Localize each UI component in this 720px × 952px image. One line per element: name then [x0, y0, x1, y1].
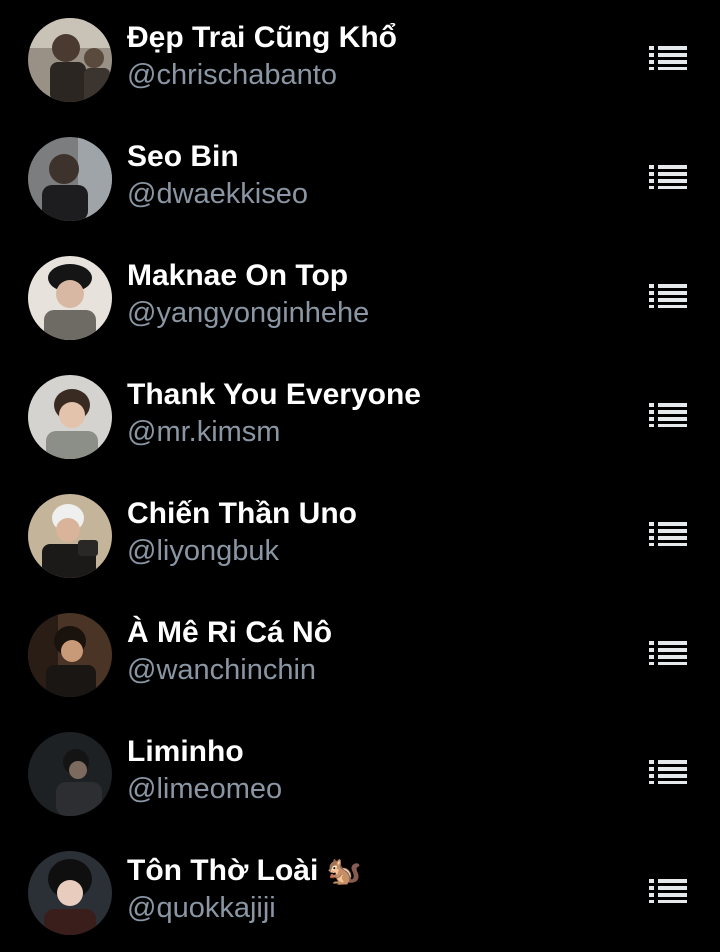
member-name: Đẹp Trai Cũng Khổ — [127, 21, 397, 54]
squirrel-emoji: 🐿️ — [326, 855, 362, 886]
member-handle: @chrischabanto — [127, 59, 337, 91]
member-handle: @liyongbuk — [127, 535, 279, 567]
list-icon — [649, 403, 687, 427]
member-name: Chiến Thần Uno — [127, 497, 357, 530]
reorder-button[interactable] — [640, 274, 696, 318]
reorder-button[interactable] — [640, 631, 696, 675]
member-handle: @limeomeo — [127, 773, 283, 805]
list-icon — [649, 46, 687, 70]
member-name: Seo Bin — [127, 140, 239, 173]
reorder-button[interactable] — [640, 750, 696, 794]
avatar[interactable] — [28, 137, 112, 221]
reorder-button[interactable] — [640, 155, 696, 199]
list-item[interactable]: Tôn Thờ Loài 🐿️ @quokkajiji — [0, 833, 720, 952]
member-handle: @yangyonginhehe — [127, 297, 370, 329]
reorder-button[interactable] — [640, 869, 696, 913]
member-name: À Mê Ri Cá Nô — [127, 616, 333, 649]
list-item[interactable]: Maknae On Top @yangyonginhehe — [0, 238, 720, 357]
member-name: Tôn Thờ Loài 🐿️ — [127, 853, 362, 889]
list-icon — [649, 165, 687, 189]
avatar-image — [28, 375, 112, 459]
avatar[interactable] — [28, 494, 112, 578]
avatar-image — [28, 732, 112, 816]
reorder-button[interactable] — [640, 36, 696, 80]
avatar-image — [28, 613, 112, 697]
member-name: Liminho — [127, 735, 244, 768]
member-handle: @quokkajiji — [127, 892, 276, 924]
list-item[interactable]: Đẹp Trai Cũng Khổ @chrischabanto — [0, 0, 720, 119]
member-name: Maknae On Top — [127, 259, 349, 292]
list-icon — [649, 760, 687, 784]
member-name: Thank You Everyone — [127, 378, 421, 411]
avatar-image — [28, 851, 112, 935]
list-icon — [649, 879, 687, 903]
avatar-image — [28, 18, 112, 102]
avatar-image — [28, 137, 112, 221]
list-icon — [649, 284, 687, 308]
avatar[interactable] — [28, 732, 112, 816]
member-name-text: Tôn Thờ Loài — [127, 854, 319, 887]
reorder-button[interactable] — [640, 512, 696, 556]
list-icon — [649, 522, 687, 546]
avatar[interactable] — [28, 18, 112, 102]
member-handle: @dwaekkiseo — [127, 178, 308, 210]
list-item[interactable]: Seo Bin @dwaekkiseo — [0, 119, 720, 238]
avatar-image — [28, 494, 112, 578]
member-list: Đẹp Trai Cũng Khổ @chrischabanto Seo Bin… — [0, 0, 720, 952]
list-item[interactable]: À Mê Ri Cá Nô @wanchinchin — [0, 595, 720, 714]
reorder-button[interactable] — [640, 393, 696, 437]
member-handle: @wanchinchin — [127, 654, 317, 686]
avatar[interactable] — [28, 256, 112, 340]
list-item[interactable]: Thank You Everyone @mr.kimsm — [0, 357, 720, 476]
list-item[interactable]: Liminho @limeomeo — [0, 714, 720, 833]
avatar-image — [28, 256, 112, 340]
list-item[interactable]: Chiến Thần Uno @liyongbuk — [0, 476, 720, 595]
avatar[interactable] — [28, 851, 112, 935]
member-handle: @mr.kimsm — [127, 416, 281, 448]
avatar[interactable] — [28, 375, 112, 459]
avatar[interactable] — [28, 613, 112, 697]
list-icon — [649, 641, 687, 665]
